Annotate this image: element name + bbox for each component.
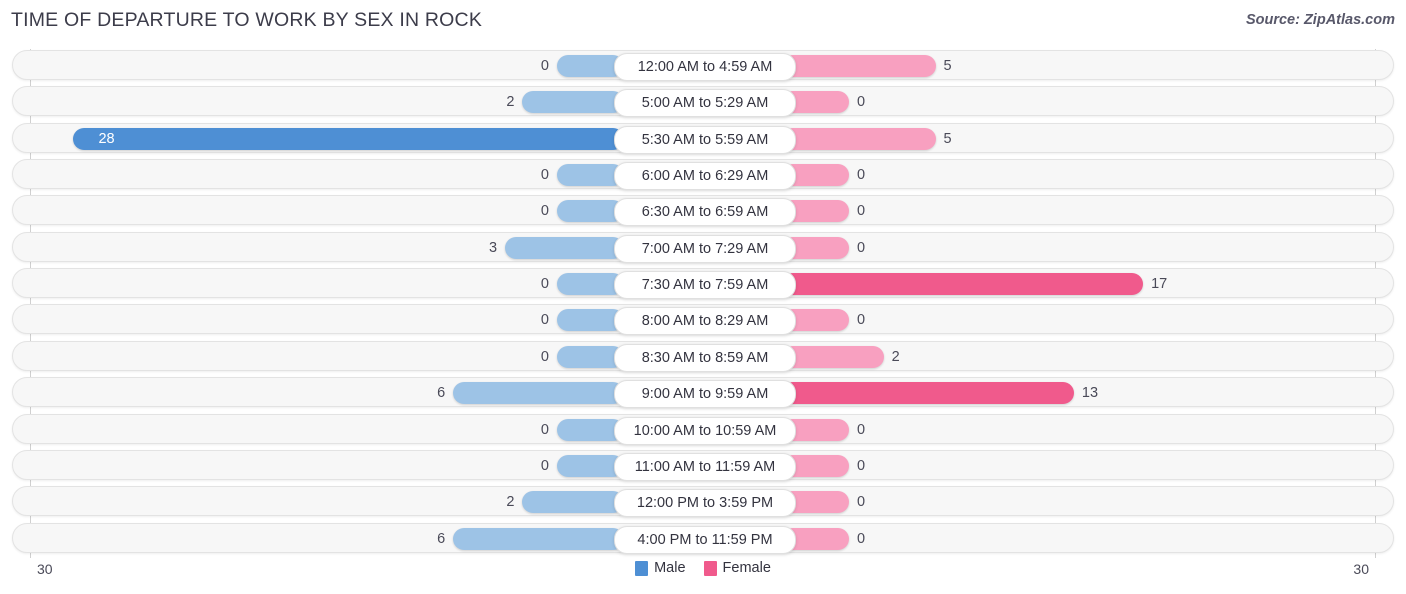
legend-swatch-male <box>635 560 649 576</box>
bar-value-female: 17 <box>1151 276 1168 293</box>
bar-value-female: 13 <box>1081 385 1099 402</box>
category-label: 6:00 AM to 6:29 AM <box>614 162 796 191</box>
bar-female[interactable] <box>782 382 1074 405</box>
chart-row[interactable]: 2 0 12:00 PM to 3:59 PM <box>12 486 1394 518</box>
bar-value-female: 0 <box>857 494 866 511</box>
bar-value-female: 5 <box>943 130 952 147</box>
bar-value-female: 0 <box>857 457 866 474</box>
chart-legend: Male Female <box>0 560 1406 576</box>
bar-value-male: 0 <box>540 276 549 293</box>
chart-row[interactable]: 0 5 12:00 AM to 4:59 AM <box>12 50 1394 81</box>
chart-footer: 30 30 Male Female <box>0 558 1406 594</box>
chart-row[interactable]: 2 0 5:00 AM to 5:29 AM <box>12 86 1394 118</box>
bar-value-female: 0 <box>857 530 866 547</box>
category-label: 10:00 AM to 10:59 AM <box>614 416 796 445</box>
legend-swatch-female <box>703 560 717 576</box>
category-label: 8:00 AM to 8:29 AM <box>614 307 796 336</box>
chart-row[interactable]: 0 0 6:30 AM to 6:59 AM <box>12 195 1394 227</box>
bar-value-male: 0 <box>540 312 549 329</box>
category-label: 11:00 AM to 11:59 AM <box>614 452 796 481</box>
bar-male[interactable] <box>522 91 624 114</box>
chart-row[interactable]: 0 0 6:00 AM to 6:29 AM <box>12 159 1394 191</box>
bar-value-male: 6 <box>437 385 446 402</box>
chart-row[interactable]: 28 5 5:30 AM to 5:59 AM <box>12 122 1394 154</box>
chart-row[interactable]: 0 0 8:00 AM to 8:29 AM <box>12 304 1394 336</box>
category-label: 5:00 AM to 5:29 AM <box>614 89 796 118</box>
bar-male[interactable] <box>522 491 624 514</box>
bar-value-female: 0 <box>857 167 866 184</box>
bar-female[interactable] <box>782 273 1144 296</box>
bar-male[interactable] <box>72 127 624 150</box>
chart-header: TIME OF DEPARTURE TO WORK BY SEX IN ROCK… <box>0 0 1406 42</box>
page-title: TIME OF DEPARTURE TO WORK BY SEX IN ROCK <box>11 9 483 31</box>
bar-value-female: 0 <box>857 203 866 220</box>
bar-value-female: 0 <box>857 94 866 111</box>
category-label: 8:30 AM to 8:59 AM <box>614 343 796 372</box>
bar-value-female: 5 <box>943 58 952 74</box>
category-label: 7:30 AM to 7:59 AM <box>614 271 796 300</box>
chart-row[interactable]: 0 17 7:30 AM to 7:59 AM <box>12 268 1394 300</box>
bar-value-male: 28 <box>98 130 115 147</box>
bar-female[interactable] <box>782 127 936 150</box>
legend-item[interactable]: Male <box>635 560 686 576</box>
bar-value-female: 2 <box>891 348 900 365</box>
category-label: 6:30 AM to 6:59 AM <box>614 198 796 227</box>
bar-value-male: 0 <box>540 167 549 184</box>
source-attribution: Source: ZipAtlas.com <box>1245 12 1395 28</box>
chart-row[interactable]: 0 2 8:30 AM to 8:59 AM <box>12 340 1394 372</box>
bar-value-male: 2 <box>506 494 515 511</box>
bar-value-male: 0 <box>540 348 549 365</box>
bar-value-male: 3 <box>489 239 498 256</box>
chart-row[interactable]: 6 0 4:00 PM to 11:59 PM <box>12 522 1394 554</box>
chart-row[interactable]: 6 13 9:00 AM to 9:59 AM <box>12 377 1394 409</box>
bar-value-male: 2 <box>506 94 515 111</box>
bar-male[interactable] <box>453 382 624 405</box>
bar-female[interactable] <box>782 345 884 368</box>
bar-male[interactable] <box>505 236 624 259</box>
category-label: 12:00 PM to 3:59 PM <box>614 489 796 518</box>
bar-value-female: 0 <box>857 239 866 256</box>
bar-value-female: 0 <box>857 312 866 329</box>
category-label: 4:00 PM to 11:59 PM <box>614 525 796 554</box>
legend-label: Male <box>654 560 686 576</box>
bar-value-male: 0 <box>540 203 549 220</box>
chart-row[interactable]: 3 0 7:00 AM to 7:29 AM <box>12 231 1394 263</box>
legend-item[interactable]: Female <box>703 560 771 576</box>
legend-label: Female <box>722 560 771 576</box>
bar-value-male: 0 <box>540 457 549 474</box>
category-label: 9:00 AM to 9:59 AM <box>614 380 796 409</box>
bar-male[interactable] <box>453 527 624 550</box>
category-label: 5:30 AM to 5:59 AM <box>614 125 796 154</box>
category-label: 12:00 AM to 4:59 AM <box>614 53 796 81</box>
bar-value-male: 0 <box>540 58 549 74</box>
chart-plot-area: 0 5 12:00 AM to 4:59 AM 2 0 5:00 AM to 5:29 A… <box>0 49 1406 558</box>
category-label: 7:00 AM to 7:29 AM <box>614 234 796 263</box>
bar-value-male: 6 <box>437 530 446 547</box>
bar-female[interactable] <box>782 55 936 77</box>
bar-value-female: 0 <box>857 421 866 438</box>
chart-row[interactable]: 0 0 11:00 AM to 11:59 AM <box>12 449 1394 481</box>
chart-row[interactable]: 0 0 10:00 AM to 10:59 AM <box>12 413 1394 445</box>
bar-value-male: 0 <box>540 421 549 438</box>
